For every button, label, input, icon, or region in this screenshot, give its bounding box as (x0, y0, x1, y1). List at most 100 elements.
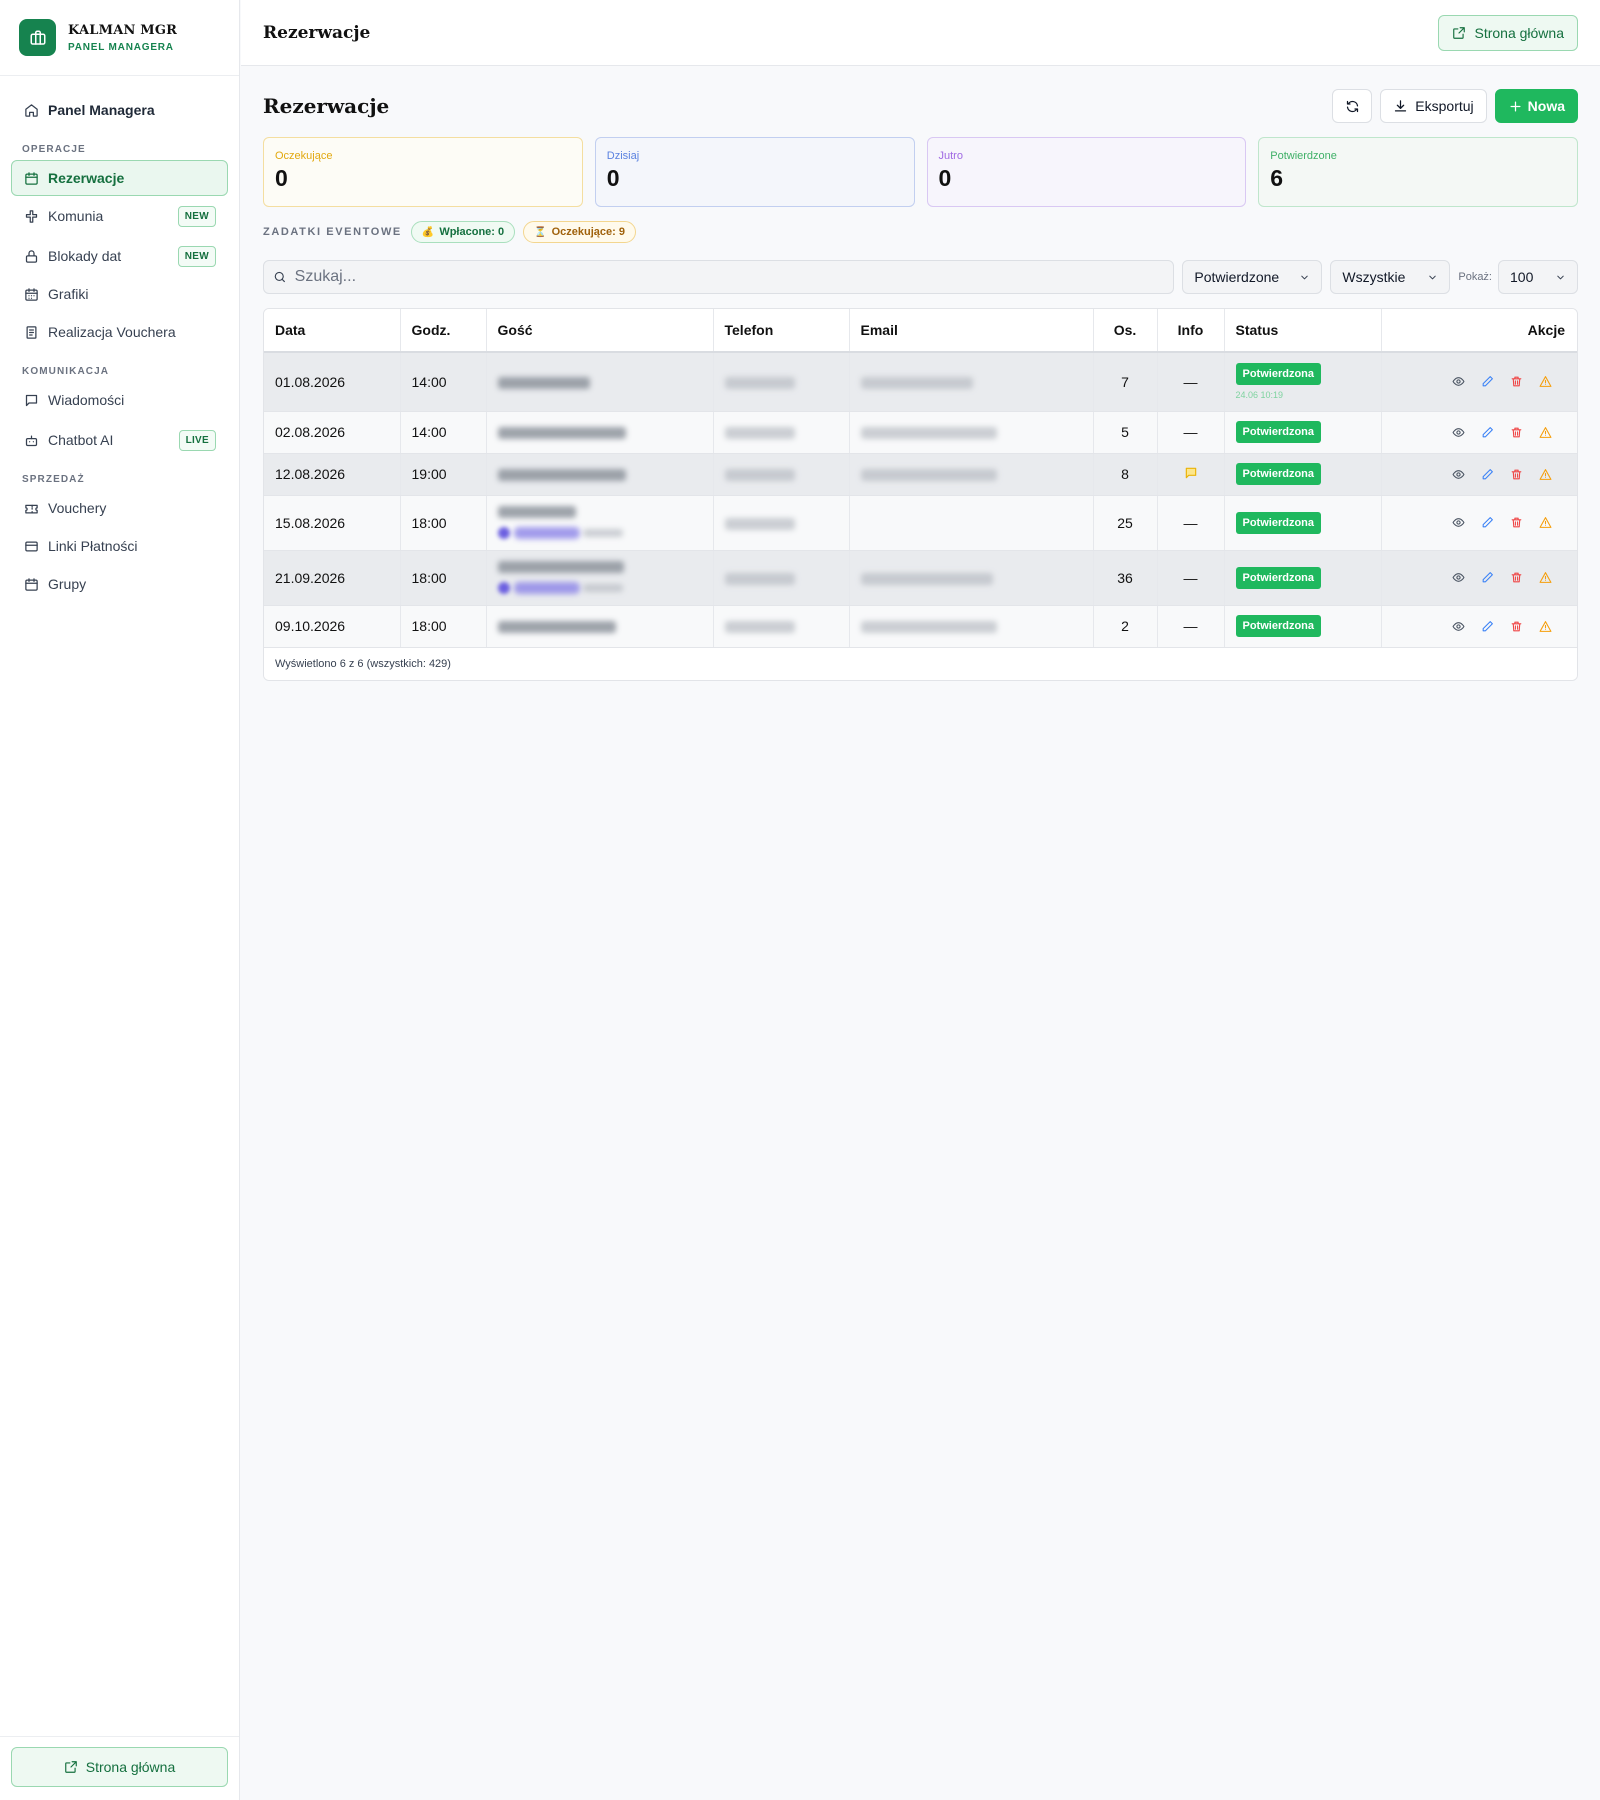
deposits-paid-badge[interactable]: 💰 Wpłacone: 0 (410, 221, 516, 243)
column-header-time[interactable]: Godz. (400, 309, 487, 353)
type-filter-value: Wszystkie (1342, 269, 1406, 285)
sidebar-item-panel-managera[interactable]: Panel Managera (11, 92, 228, 128)
cell-status: Potwierdzona (1224, 550, 1382, 606)
column-header-date[interactable]: Data (264, 309, 401, 353)
ticket-icon (25, 504, 38, 513)
calendar-icon (25, 171, 38, 185)
sidebar-item-linki-platnosci[interactable]: Linki Płatności (11, 528, 228, 564)
redacted-guest-name (497, 621, 616, 634)
status-badge[interactable]: Potwierdzona (1235, 363, 1322, 386)
brand-subtitle: PANEL MANAGERA (68, 41, 174, 53)
sidebar-item-grafiki[interactable]: Grafiki (11, 276, 228, 312)
table-row[interactable]: 21.09.2026 18:00 36 — Potwierdzona (264, 550, 1577, 606)
warning-triangle-icon[interactable] (1539, 571, 1552, 584)
sidebar-item-rezerwacje[interactable]: Rezerwacje (11, 160, 228, 196)
stat-value: 0 (606, 165, 620, 191)
show-count-select[interactable]: 100 (1498, 260, 1578, 294)
deposits-pending-badge[interactable]: ⏳ Oczekujące: 9 (523, 221, 636, 243)
status-badge[interactable]: Potwierdzona (1235, 463, 1322, 485)
column-header-email[interactable]: Email (849, 309, 1094, 353)
redacted-phone (724, 572, 795, 585)
cell-date: 01.08.2026 (264, 352, 401, 412)
refresh-button[interactable] (1332, 89, 1373, 123)
column-header-people[interactable]: Os. (1093, 309, 1158, 353)
view-eye-icon[interactable] (1452, 516, 1465, 529)
delete-trash-icon[interactable] (1510, 375, 1523, 388)
cell-guest (486, 550, 714, 606)
warning-triangle-icon[interactable] (1539, 516, 1552, 529)
sidebar-item-chatbot-ai[interactable]: Chatbot AI LIVE (11, 422, 228, 458)
delete-trash-icon[interactable] (1510, 426, 1523, 439)
table-row[interactable]: 02.08.2026 14:00 5 — Potwierdzona (264, 411, 1577, 454)
stat-label: Potwierdzone (1270, 150, 1337, 162)
status-badge[interactable]: Potwierdzona (1235, 421, 1322, 443)
edit-pencil-icon[interactable] (1481, 516, 1494, 529)
delete-trash-icon[interactable] (1510, 516, 1523, 529)
cell-email (849, 453, 1094, 496)
warning-triangle-icon[interactable] (1539, 426, 1552, 439)
type-filter-select[interactable]: Wszystkie (1330, 260, 1451, 294)
column-header-status[interactable]: Status (1224, 309, 1382, 353)
sidebar-item-komunia[interactable]: Komunia NEW (11, 198, 228, 234)
warning-triangle-icon[interactable] (1539, 375, 1552, 388)
note-comment-icon[interactable] (1184, 466, 1198, 480)
cell-time: 18:00 (400, 605, 487, 648)
edit-pencil-icon[interactable] (1481, 620, 1494, 633)
redacted-guest-name (497, 427, 626, 440)
view-eye-icon[interactable] (1452, 620, 1465, 633)
table-row[interactable]: 01.08.2026 14:00 7 — Potwierdzona 24.06 … (264, 352, 1577, 412)
sidebar-item-grupy[interactable]: Grupy (11, 566, 228, 602)
delete-trash-icon[interactable] (1510, 468, 1523, 481)
stat-value: 0 (275, 165, 288, 191)
cell-guest (486, 605, 714, 648)
edit-pencil-icon[interactable] (1481, 375, 1494, 388)
edit-pencil-icon[interactable] (1481, 426, 1494, 439)
export-button[interactable]: Eksportuj (1380, 89, 1487, 123)
chevron-down-icon (1301, 275, 1309, 279)
delete-trash-icon[interactable] (1510, 571, 1523, 584)
sidebar-item-blokady-dat[interactable]: Blokady dat NEW (11, 238, 228, 274)
sidebar-footer: Strona główna (0, 1736, 239, 1800)
view-eye-icon[interactable] (1452, 375, 1465, 388)
cell-status: Potwierdzona 24.06 10:19 (1224, 352, 1382, 412)
table-row[interactable]: 15.08.2026 18:00 25 — Potwierdzona (264, 495, 1577, 551)
home-page-button[interactable]: Strona główna (11, 1747, 228, 1787)
column-header-guest[interactable]: Gość (486, 309, 714, 353)
delete-trash-icon[interactable] (1510, 620, 1523, 633)
table-row[interactable]: 12.08.2026 19:00 8 Potwierdzona (264, 453, 1577, 496)
stat-card-tomorrow[interactable]: Jutro 0 (926, 137, 1247, 207)
table-row[interactable]: 09.10.2026 18:00 2 — Potwierdzona (264, 605, 1577, 648)
column-header-phone[interactable]: Telefon (713, 309, 850, 353)
new-reservation-button[interactable]: Nowa (1494, 89, 1578, 123)
credit-card-icon (25, 541, 38, 551)
external-link-icon (1453, 26, 1466, 39)
cell-date: 09.10.2026 (264, 605, 401, 648)
stat-card-confirmed[interactable]: Potwierdzone 6 (1258, 137, 1578, 207)
warning-triangle-icon[interactable] (1539, 468, 1552, 481)
sidebar-item-realizacja-vouchera[interactable]: Realizacja Vouchera (11, 314, 228, 350)
status-badge[interactable]: Potwierdzona (1235, 566, 1322, 589)
sidebar-item-wiadomosci[interactable]: Wiadomości (11, 382, 228, 418)
cell-email (849, 550, 1094, 606)
cross-icon (25, 209, 38, 223)
sidebar-item-vouchery[interactable]: Vouchery (11, 490, 228, 526)
edit-pencil-icon[interactable] (1481, 571, 1494, 584)
search-input[interactable] (294, 268, 1165, 286)
table-header-row: Data Godz. Gość Telefon Email Os. Info S… (264, 309, 1577, 353)
status-badge[interactable]: Potwierdzona (1235, 511, 1322, 534)
view-eye-icon[interactable] (1452, 571, 1465, 584)
cell-actions (1381, 495, 1577, 551)
redacted-guest-name (497, 560, 624, 573)
warning-triangle-icon[interactable] (1539, 620, 1552, 633)
new-badge: NEW (177, 246, 216, 267)
deposits-pending-text: Oczekujące: 9 (551, 226, 625, 238)
view-eye-icon[interactable] (1452, 468, 1465, 481)
new-button-label: Nowa (1527, 98, 1565, 114)
status-badge[interactable]: Potwierdzona (1235, 615, 1322, 637)
stat-card-today[interactable]: Dzisiaj 0 (594, 137, 915, 207)
status-filter-select[interactable]: Potwierdzone (1182, 260, 1323, 294)
view-eye-icon[interactable] (1452, 426, 1465, 439)
stat-card-pending[interactable]: Oczekujące 0 (263, 137, 583, 207)
home-page-button-top[interactable]: Strona główna (1438, 14, 1578, 51)
edit-pencil-icon[interactable] (1481, 468, 1494, 481)
